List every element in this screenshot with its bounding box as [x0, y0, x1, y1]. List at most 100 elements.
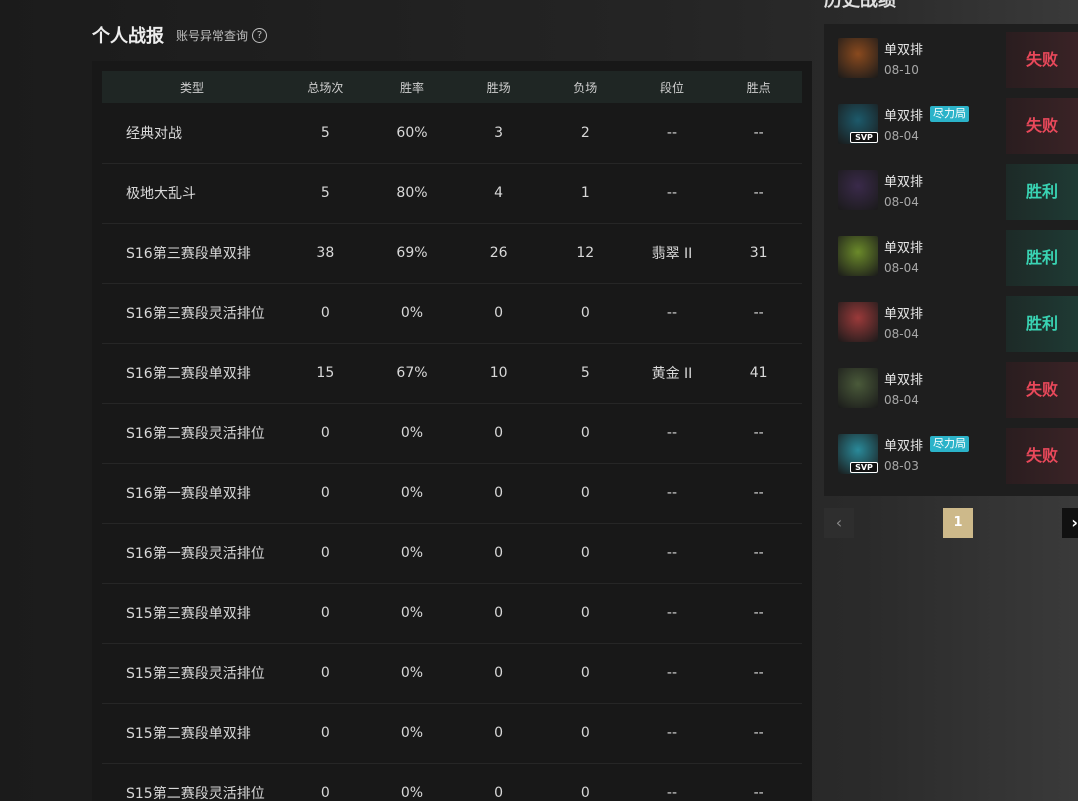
table-row: S16第三赛段单双排 38 69% 26 12 翡翠 II 31	[102, 223, 802, 284]
match-tag: 尽力局	[930, 436, 969, 452]
table-cell: 0	[282, 703, 369, 764]
table-row: 极地大乱斗 5 80% 4 1 -- --	[102, 163, 802, 224]
table-cell: 0	[541, 763, 629, 801]
match-history-list: 单双排 08-10 失败 SVP 单双排 尽力局 08-04 失败 单双排 08-04 胜利 单双排 0…	[824, 24, 1078, 496]
table-cell: 0	[541, 583, 629, 644]
table-cell: --	[715, 583, 802, 644]
table-body: 经典对战 5 60% 3 2 -- -- 极地大乱斗 5 80% 4 1 -- -- S16第三赛段单双排 3…	[102, 103, 802, 801]
match-date: 08-10	[884, 63, 919, 77]
table-row: S16第一赛段单双排 0 0% 0 0 -- --	[102, 463, 802, 524]
match-mode: 单双排	[884, 439, 924, 454]
stats-panel: 类型 总场次 胜率 胜场 负场 段位 胜点 经典对战 5 60% 3 2 -- -- 极地大乱斗 5 80% 4…	[92, 61, 812, 801]
help-icon[interactable]: ?	[252, 27, 268, 43]
table-cell: 0	[541, 643, 629, 704]
match-mode: 单双排	[884, 175, 924, 190]
table-row: S16第三赛段灵活排位 0 0% 0 0 -- --	[102, 283, 802, 344]
match-item[interactable]: 单双排 08-04 失败	[824, 358, 1078, 418]
table-row: S16第二赛段单双排 15 67% 10 5 黄金 II 41	[102, 343, 802, 404]
table-cell: 0	[282, 463, 369, 524]
account-query-link[interactable]: 账号异常查询 ?	[176, 27, 268, 44]
table-cell: 0%	[368, 523, 456, 584]
table-cell: --	[715, 643, 802, 704]
table-cell: S16第三赛段灵活排位	[102, 283, 282, 344]
match-result: 失败	[1006, 98, 1078, 154]
table-cell: 0	[455, 463, 542, 524]
champion-avatar	[838, 236, 878, 276]
table-cell: 0	[541, 403, 629, 464]
table-cell: 0%	[368, 703, 456, 764]
table-cell: 0	[541, 703, 629, 764]
table-cell: --	[715, 703, 802, 764]
match-result: 胜利	[1006, 230, 1078, 286]
table-cell: --	[628, 403, 716, 464]
match-mode: 单双排	[884, 43, 924, 58]
table-cell: 黄金 II	[628, 343, 716, 404]
match-item[interactable]: SVP 单双排 尽力局 08-04 失败	[824, 94, 1078, 154]
svp-badge: SVP	[850, 462, 878, 473]
page-title: 个人战报	[92, 26, 164, 47]
column-header: 胜点	[715, 71, 802, 103]
table-row: S15第二赛段单双排 0 0% 0 0 -- --	[102, 703, 802, 764]
table-cell: 5	[282, 163, 369, 224]
table-cell: --	[628, 163, 716, 224]
column-header: 段位	[628, 71, 716, 103]
match-date: 08-04	[884, 327, 919, 341]
table-cell: 0	[282, 523, 369, 584]
table-cell: 69%	[368, 223, 456, 284]
match-item[interactable]: 单双排 08-04 胜利	[824, 226, 1078, 286]
table-cell: 15	[282, 343, 369, 404]
table-cell: 0	[282, 403, 369, 464]
table-cell: S15第二赛段单双排	[102, 703, 282, 764]
table-cell: 0	[455, 763, 542, 801]
table-row: S16第二赛段灵活排位 0 0% 0 0 -- --	[102, 403, 802, 464]
table-row: S16第一赛段灵活排位 0 0% 0 0 -- --	[102, 523, 802, 584]
table-cell: S16第一赛段单双排	[102, 463, 282, 524]
table-cell: S15第二赛段灵活排位	[102, 763, 282, 801]
match-item[interactable]: 单双排 08-10 失败	[824, 28, 1078, 88]
match-item[interactable]: 单双排 08-04 胜利	[824, 292, 1078, 352]
table-cell: --	[628, 703, 716, 764]
table-cell: 经典对战	[102, 103, 282, 164]
match-mode: 单双排	[884, 109, 924, 124]
table-cell: --	[715, 763, 802, 801]
table-cell: 0	[282, 583, 369, 644]
pager-page-1[interactable]: 1	[943, 508, 973, 538]
table-cell: --	[715, 163, 802, 224]
table-row: 经典对战 5 60% 3 2 -- --	[102, 103, 802, 164]
table-cell: 0	[455, 703, 542, 764]
table-row: S15第二赛段灵活排位 0 0% 0 0 -- --	[102, 763, 802, 801]
table-cell: S16第二赛段单双排	[102, 343, 282, 404]
table-cell: --	[628, 523, 716, 584]
table-cell: 1	[541, 163, 629, 224]
table-cell: 5	[282, 103, 369, 164]
page-header: 个人战报 账号异常查询 ?	[92, 22, 268, 48]
champion-avatar	[838, 170, 878, 210]
match-date: 08-04	[884, 129, 919, 143]
table-cell: 5	[541, 343, 629, 404]
table-cell: 0	[455, 403, 542, 464]
table-cell: 80%	[368, 163, 456, 224]
pager-prev-button[interactable]: ‹	[824, 508, 854, 538]
table-cell: 0	[455, 523, 542, 584]
table-cell: 0%	[368, 463, 456, 524]
table-cell: --	[628, 643, 716, 704]
match-item[interactable]: 单双排 08-04 胜利	[824, 160, 1078, 220]
table-cell: 10	[455, 343, 542, 404]
column-header: 胜场	[455, 71, 542, 103]
champion-avatar	[838, 368, 878, 408]
column-header: 负场	[541, 71, 629, 103]
match-date: 08-03	[884, 459, 919, 473]
column-header: 类型	[102, 71, 282, 103]
match-item[interactable]: SVP 单双排 尽力局 08-03 失败	[824, 424, 1078, 484]
table-cell: 0%	[368, 283, 456, 344]
table-cell: --	[715, 403, 802, 464]
table-cell: 0	[282, 763, 369, 801]
pager-next-button[interactable]: ›	[1062, 508, 1078, 538]
table-cell: --	[628, 103, 716, 164]
table-cell: 60%	[368, 103, 456, 164]
match-result: 胜利	[1006, 164, 1078, 220]
column-header: 胜率	[368, 71, 456, 103]
table-cell: 0	[282, 643, 369, 704]
table-cell: --	[628, 583, 716, 644]
table-cell: 26	[455, 223, 542, 284]
